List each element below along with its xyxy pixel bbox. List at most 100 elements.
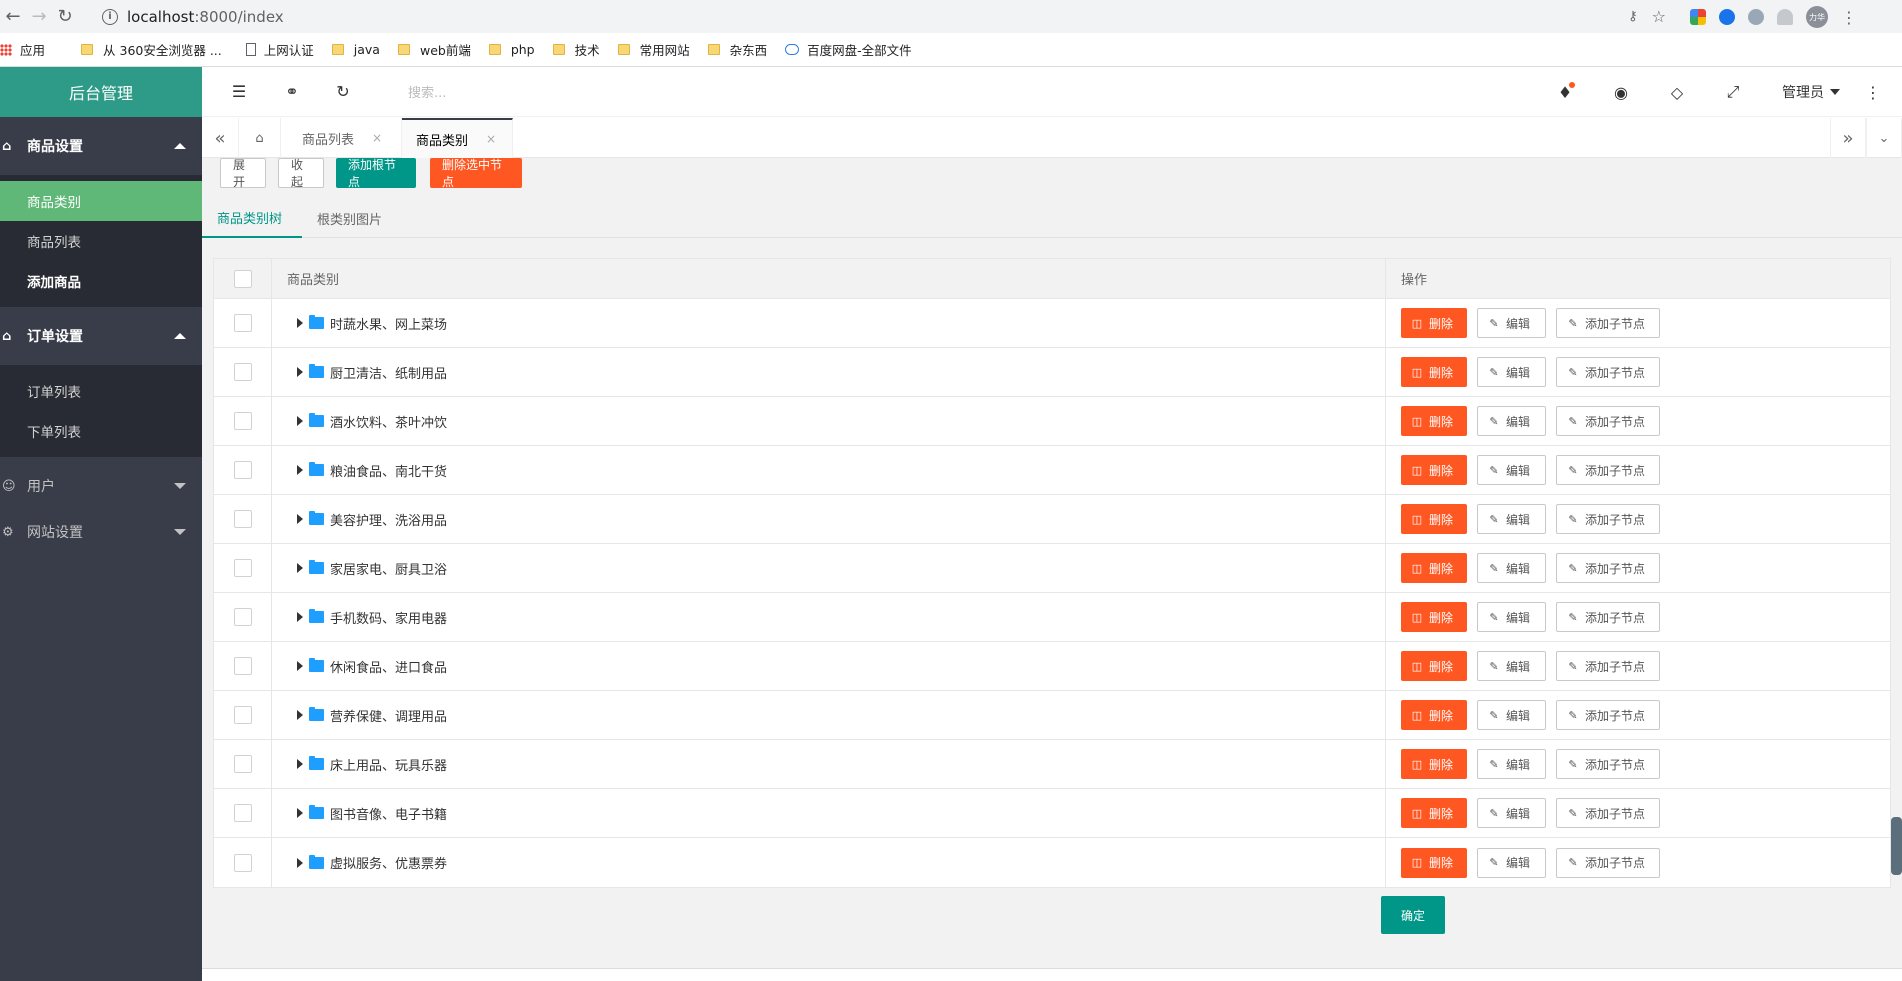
edit-button[interactable]: ✎ 编辑	[1477, 651, 1546, 681]
delete-button[interactable]: ◫ 删除	[1401, 455, 1467, 485]
edit-button[interactable]: ✎ 编辑	[1477, 847, 1546, 878]
menu-item-category[interactable]: 商品类别	[0, 181, 202, 221]
expand-triangle-icon[interactable]	[297, 612, 303, 622]
tab-category-tree[interactable]: 商品类别树	[202, 198, 302, 238]
expand-button[interactable]: 展开	[220, 158, 266, 189]
bookmark-item[interactable]: java	[331, 42, 380, 57]
menu-item-add-goods[interactable]: 添加商品	[0, 261, 202, 301]
reload-icon[interactable]: ↻	[52, 4, 78, 30]
tab-goods-category[interactable]: 商品类别 ×	[402, 118, 513, 158]
profile-avatar[interactable]: 力华	[1806, 6, 1828, 28]
expand-triangle-icon[interactable]	[297, 710, 303, 720]
row-checkbox[interactable]	[233, 461, 252, 479]
theme-icon[interactable]: ◉	[1610, 81, 1632, 103]
more-icon[interactable]: ⋮	[1862, 81, 1884, 103]
tab-goods-list[interactable]: 商品列表 ×	[281, 118, 402, 158]
browser-menu-icon[interactable]: ⋮	[1841, 8, 1857, 27]
tabs-dropdown-icon[interactable]: ⌄	[1866, 118, 1902, 158]
row-checkbox[interactable]	[233, 755, 252, 773]
bookmark-item[interactable]: 百度网盘-全部文件	[785, 40, 912, 59]
edit-button[interactable]: ✎ 编辑	[1477, 357, 1546, 387]
row-checkbox[interactable]	[233, 559, 252, 577]
edit-button[interactable]: ✎ 编辑	[1477, 406, 1546, 436]
tabs-scroll-right-icon[interactable]: »	[1830, 118, 1866, 158]
key-icon[interactable]: ⚷	[1628, 9, 1638, 24]
row-checkbox[interactable]	[233, 314, 252, 332]
add-child-button[interactable]: ✎ 添加子节点	[1556, 847, 1660, 878]
tabs-scroll-left-icon[interactable]: «	[202, 118, 239, 158]
menu-group-goods[interactable]: ⌂ 商品设置	[0, 117, 202, 175]
expand-triangle-icon[interactable]	[297, 367, 303, 377]
confirm-button[interactable]: 确定	[1381, 896, 1445, 934]
add-child-button[interactable]: ✎ 添加子节点	[1556, 504, 1660, 534]
add-child-button[interactable]: ✎ 添加子节点	[1556, 602, 1660, 632]
row-checkbox[interactable]	[233, 804, 252, 822]
edit-button[interactable]: ✎ 编辑	[1477, 602, 1546, 632]
add-root-node-button[interactable]: 添加根节点	[336, 158, 416, 189]
scrollbar-thumb[interactable]	[1891, 817, 1902, 875]
add-child-button[interactable]: ✎ 添加子节点	[1556, 798, 1660, 828]
menu-item-place-order-list[interactable]: 下单列表	[0, 411, 202, 451]
add-child-button[interactable]: ✎ 添加子节点	[1556, 553, 1660, 583]
menu-item-order-list[interactable]: 订单列表	[0, 371, 202, 411]
edit-button[interactable]: ✎ 编辑	[1477, 553, 1546, 583]
menu-toggle-icon[interactable]: ☰	[228, 81, 250, 103]
row-checkbox[interactable]	[233, 657, 252, 675]
expand-triangle-icon[interactable]	[297, 318, 303, 328]
add-child-button[interactable]: ✎ 添加子节点	[1556, 651, 1660, 681]
globe-icon[interactable]: ⚭	[281, 81, 303, 103]
expand-triangle-icon[interactable]	[297, 808, 303, 818]
tag-icon[interactable]: ◇	[1666, 81, 1688, 103]
tab-home[interactable]: ⌂	[239, 118, 281, 158]
extension-icon[interactable]	[1748, 9, 1764, 25]
bell-icon[interactable]: ♦	[1554, 81, 1576, 103]
edit-button[interactable]: ✎ 编辑	[1477, 798, 1546, 828]
url-text[interactable]: localhost:8000/index	[127, 8, 284, 26]
delete-button[interactable]: ◫ 删除	[1401, 847, 1467, 878]
admin-menu[interactable]: 管理员	[1782, 82, 1840, 102]
forward-icon[interactable]: →	[26, 4, 52, 30]
delete-button[interactable]: ◫ 删除	[1401, 602, 1467, 632]
parachute-icon[interactable]	[1777, 9, 1793, 25]
expand-triangle-icon[interactable]	[297, 857, 303, 868]
expand-triangle-icon[interactable]	[297, 416, 303, 426]
delete-button[interactable]: ◫ 删除	[1401, 406, 1467, 436]
app-logo[interactable]: 后台管理	[0, 67, 202, 117]
extension-icon[interactable]	[1719, 9, 1735, 25]
expand-triangle-icon[interactable]	[297, 661, 303, 671]
bookmark-item[interactable]: php	[488, 42, 535, 57]
row-checkbox[interactable]	[233, 706, 252, 724]
expand-triangle-icon[interactable]	[297, 465, 303, 475]
add-child-button[interactable]: ✎ 添加子节点	[1556, 357, 1660, 387]
expand-triangle-icon[interactable]	[297, 563, 303, 573]
bookmark-item[interactable]: 技术	[552, 40, 600, 59]
select-all-checkbox[interactable]	[233, 269, 252, 288]
bookmark-item[interactable]: 从 360安全浏览器 ...	[81, 40, 222, 59]
refresh-icon[interactable]: ↻	[332, 81, 354, 103]
add-child-button[interactable]: ✎ 添加子节点	[1556, 749, 1660, 779]
edit-button[interactable]: ✎ 编辑	[1477, 308, 1546, 338]
delete-button[interactable]: ◫ 删除	[1401, 308, 1467, 338]
row-checkbox[interactable]	[233, 412, 252, 430]
edit-button[interactable]: ✎ 编辑	[1477, 700, 1546, 730]
bookmark-item[interactable]: 杂东西	[707, 40, 767, 59]
expand-triangle-icon[interactable]	[297, 759, 303, 769]
menu-group-orders[interactable]: ⌂ 订单设置	[0, 307, 202, 365]
row-checkbox[interactable]	[233, 608, 252, 626]
tab-root-category-images[interactable]: 根类别图片	[317, 198, 382, 238]
delete-button[interactable]: ◫ 删除	[1401, 553, 1467, 583]
menu-group-site-settings[interactable]: ⚙ 网站设置	[0, 503, 202, 561]
edit-button[interactable]: ✎ 编辑	[1477, 749, 1546, 779]
info-icon[interactable]: i	[102, 8, 118, 25]
delete-button[interactable]: ◫ 删除	[1401, 504, 1467, 534]
row-checkbox[interactable]	[233, 363, 252, 381]
delete-selected-button[interactable]: 删除选中节点	[430, 158, 522, 189]
bookmark-item[interactable]: 上网认证	[245, 40, 314, 59]
close-icon[interactable]: ×	[486, 132, 496, 146]
add-child-button[interactable]: ✎ 添加子节点	[1556, 406, 1660, 436]
delete-button[interactable]: ◫ 删除	[1401, 357, 1467, 387]
add-child-button[interactable]: ✎ 添加子节点	[1556, 308, 1660, 338]
expand-triangle-icon[interactable]	[297, 514, 303, 524]
star-icon[interactable]: ☆	[1652, 7, 1666, 26]
row-checkbox[interactable]	[233, 510, 252, 528]
